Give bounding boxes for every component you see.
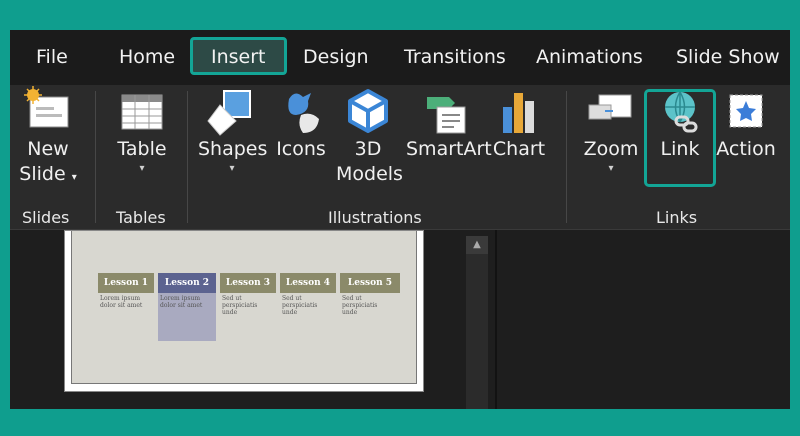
tab-animations[interactable]: Animations bbox=[536, 41, 643, 73]
chart-icon bbox=[503, 93, 534, 133]
3d-models-label-1: 3D bbox=[354, 138, 382, 160]
lesson-banner: Lesson 1 bbox=[98, 273, 154, 293]
group-separator bbox=[187, 91, 188, 223]
ribbon-tabs: File Home Insert Design Transitions Anim… bbox=[10, 30, 790, 85]
slide-thumbnail[interactable]: Lesson 1 Lesson 2 Lesson 3 Lesson 4 Less… bbox=[64, 230, 424, 392]
powerpoint-window: File Home Insert Design Transitions Anim… bbox=[10, 30, 790, 409]
tab-file[interactable]: File bbox=[36, 41, 68, 73]
zoom-button[interactable]: Zoom ▾ bbox=[580, 85, 642, 176]
action-button[interactable]: Action bbox=[714, 85, 778, 162]
link-button[interactable]: Link bbox=[647, 85, 713, 162]
lesson-banner: Lesson 4 bbox=[280, 273, 336, 293]
icons-icon bbox=[288, 93, 319, 133]
chevron-down-icon: ▾ bbox=[608, 163, 614, 174]
lesson-body: Sed ut perspiciatis unde bbox=[342, 295, 378, 316]
action-star-icon bbox=[729, 94, 763, 128]
group-separator bbox=[566, 91, 567, 223]
pane-divider bbox=[495, 230, 497, 409]
lesson-body: Lorem ipsum dolor sit amet bbox=[160, 295, 203, 309]
tab-home[interactable]: Home bbox=[119, 41, 175, 73]
lesson-body: Lorem ipsum dolor sit amet bbox=[100, 295, 143, 309]
smartart-label: SmartArt bbox=[406, 138, 492, 160]
tab-design[interactable]: Design bbox=[303, 41, 369, 73]
lesson-body: Sed ut perspiciatis unde bbox=[282, 295, 318, 316]
tab-insert[interactable]: Insert bbox=[190, 37, 287, 75]
slide-content: Lesson 1 Lesson 2 Lesson 3 Lesson 4 Less… bbox=[71, 231, 417, 384]
table-label: Table bbox=[117, 138, 167, 160]
shapes-button[interactable]: Shapes ▾ bbox=[198, 85, 268, 176]
new-slide-label-2: Slide ▾ bbox=[19, 163, 77, 185]
3d-models-label-2: Models bbox=[336, 163, 403, 185]
zoom-label: Zoom bbox=[583, 138, 639, 160]
table-icon bbox=[121, 94, 163, 130]
group-label-illustrations: Illustrations bbox=[328, 208, 422, 227]
group-separator bbox=[95, 91, 96, 223]
chart-label: Chart bbox=[492, 138, 546, 160]
scroll-up-icon[interactable]: ▲ bbox=[466, 236, 488, 254]
vertical-scrollbar[interactable]: ▲ bbox=[466, 236, 488, 409]
chart-button[interactable]: Chart bbox=[490, 85, 548, 162]
lesson-banner: Lesson 2 bbox=[158, 273, 216, 293]
shapes-label: Shapes bbox=[198, 138, 268, 160]
lesson-banner: Lesson 5 bbox=[340, 273, 400, 293]
tab-slide-show[interactable]: Slide Show bbox=[676, 41, 780, 73]
zoom-icon bbox=[588, 94, 632, 120]
lesson-body: Sed ut perspiciatis unde bbox=[222, 295, 258, 316]
chevron-down-icon: ▾ bbox=[139, 163, 145, 174]
shapes-icon bbox=[207, 90, 251, 136]
chevron-down-icon: ▾ bbox=[229, 163, 235, 174]
table-button[interactable]: Table ▾ bbox=[110, 85, 174, 176]
group-label-links: Links bbox=[656, 208, 698, 227]
new-slide-label-1: New bbox=[27, 138, 69, 160]
new-slide-button[interactable]: New Slide ▾ bbox=[18, 85, 78, 190]
smartart-icon bbox=[427, 97, 466, 134]
link-label: Link bbox=[660, 138, 700, 160]
slide-workspace: Lesson 1 Lesson 2 Lesson 3 Lesson 4 Less… bbox=[10, 230, 790, 409]
action-label: Action bbox=[716, 138, 776, 160]
smartart-button[interactable]: SmartArt bbox=[406, 85, 492, 162]
group-label-slides: Slides bbox=[22, 208, 70, 227]
lesson-banner: Lesson 3 bbox=[220, 273, 276, 293]
globe-link-icon bbox=[665, 91, 698, 133]
new-slide-icon bbox=[24, 86, 69, 128]
tab-transitions[interactable]: Transitions bbox=[404, 41, 506, 73]
group-label-tables: Tables bbox=[116, 208, 166, 227]
icons-label: Icons bbox=[276, 138, 326, 160]
insert-ribbon: New Slide ▾ Slides Table ▾ Tables Shapes… bbox=[10, 85, 790, 230]
icons-button[interactable]: Icons bbox=[272, 85, 330, 162]
3d-models-button[interactable]: 3D Models bbox=[336, 85, 403, 187]
cube-icon bbox=[348, 89, 388, 133]
